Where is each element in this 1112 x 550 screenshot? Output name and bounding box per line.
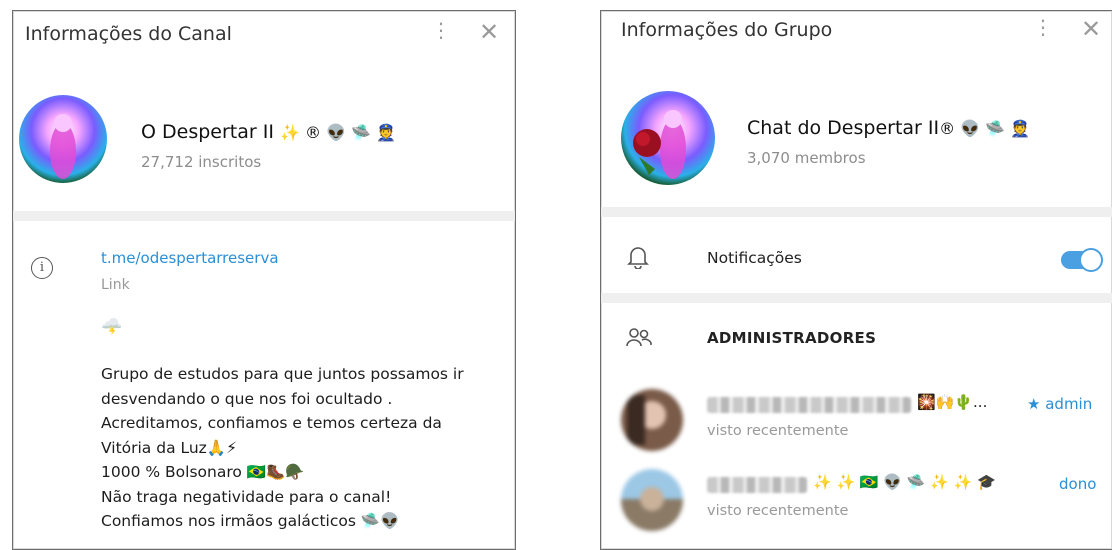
group-name-emojis: ® 👽 🛸 👮 [939,119,1031,138]
description-line: Confiamos nos irmãos galácticos 🛸👽 [101,512,400,530]
description-line: 1000 % Bolsonaro 🇧🇷🥾🪖 [101,463,305,481]
panel-title: Informações do Grupo [621,19,833,41]
admin-name-redacted [707,397,911,413]
subscriber-count: 27,712 inscritos [141,153,262,171]
panel-title: Informações do Canal [25,23,232,45]
group-avatar[interactable] [621,91,715,185]
link-label: Link [101,277,130,293]
channel-info-header: Informações do Canal ⋮ ✕ [13,11,515,65]
channel-info-panel: Informações do Canal ⋮ ✕ O Despertar II … [12,10,516,550]
admin-status: visto recentemente [707,503,849,519]
group-info-header: Informações do Grupo ⋮ ✕ [601,11,1112,65]
section-divider [601,293,1112,303]
description-line: Não traga negatividade para o canal! [101,487,392,506]
channel-name-emojis: ✨ ® 👽 🛸 👮 [279,123,397,142]
close-icon[interactable]: ✕ [1081,17,1101,41]
description-line: desvendando o que nos foi ocultado . [101,389,393,408]
admin-name-emojis: 🎇🙌🌵... [917,393,988,411]
info-icon: i [31,257,53,279]
admin-name-redacted [707,477,807,493]
storm-cloud-icon: 🌩️ [101,317,123,337]
member-count: 3,070 membros [747,149,866,167]
description-line: Acreditamos, confiamos e temos certeza d… [101,414,442,432]
admin-name-emojis: ✨ ✨ 🇧🇷 👽 🛸 ✨ ✨ 🎓 [813,473,996,491]
description-line: Vitória da Luz🙏⚡ [101,438,238,457]
group-info-panel: Informações do Grupo ⋮ ✕ Chat do Despert… [600,10,1112,550]
admin-status: visto recentemente [707,423,849,439]
notifications-label: Notificações [707,249,802,267]
close-icon[interactable]: ✕ [479,20,499,44]
description-line: Grupo de estudos para que juntos possamo… [101,365,464,383]
admin-avatar[interactable] [621,389,683,451]
owner-role-badge: dono [1059,475,1097,493]
notifications-toggle[interactable] [1061,248,1103,272]
section-divider [13,211,515,221]
more-options-icon[interactable]: ⋮ [1033,17,1053,37]
admin-role-badge: ★ admin [1027,395,1093,413]
channel-description: Grupo de estudos para que juntos possamo… [101,362,464,534]
section-divider [601,207,1112,217]
channel-avatar[interactable] [19,95,107,183]
more-options-icon[interactable]: ⋮ [431,20,451,40]
admin-avatar[interactable] [621,469,683,531]
star-icon: ★ [1027,395,1041,413]
toggle-knob [1079,248,1103,272]
channel-name: O Despertar II ✨ ® 👽 🛸 👮 [141,121,397,143]
administrators-heading: ADMINISTRADORES [707,329,877,347]
group-name: Chat do Despertar II® 👽 🛸 👮 [747,117,1031,139]
channel-link[interactable]: t.me/odespertarreserva [101,249,279,267]
people-icon [625,327,653,354]
bell-icon [627,245,649,274]
